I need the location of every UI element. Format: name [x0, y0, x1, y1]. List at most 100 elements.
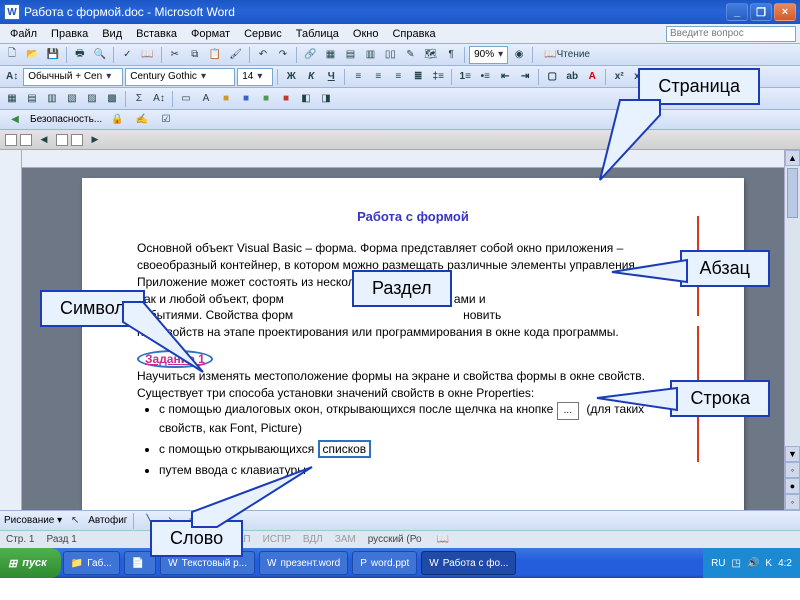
paste-icon[interactable]: 📋: [206, 46, 224, 64]
save-icon[interactable]: 💾: [43, 46, 61, 64]
menu-tools[interactable]: Сервис: [238, 26, 288, 42]
maximize-button[interactable]: ❐: [750, 3, 772, 21]
nav-icon[interactable]: [56, 134, 68, 146]
decrease-indent-icon[interactable]: ⇤: [496, 68, 514, 86]
columns-icon[interactable]: ▯▯: [381, 46, 399, 64]
status-book-icon[interactable]: 📖: [434, 531, 452, 549]
copy-icon[interactable]: ⧉: [186, 46, 204, 64]
menu-table[interactable]: Таблица: [290, 26, 345, 42]
show-marks-icon[interactable]: ¶: [442, 46, 460, 64]
nav-next-icon[interactable]: ▶: [86, 131, 104, 149]
start-button[interactable]: ⊞ пуск: [0, 548, 61, 578]
styles-pane-icon[interactable]: A↕: [3, 68, 21, 86]
color-swatch-icon[interactable]: ■: [217, 90, 235, 108]
scroll-up-icon[interactable]: ▲: [785, 150, 800, 166]
tray-icon[interactable]: K: [765, 558, 772, 569]
print-preview-icon[interactable]: 🔍: [91, 46, 109, 64]
taskbar-item[interactable]: W презент.word: [259, 551, 348, 575]
undo-icon[interactable]: ↶: [254, 46, 272, 64]
nav-icon[interactable]: [20, 134, 32, 146]
open-icon[interactable]: 📂: [23, 46, 41, 64]
new-doc-icon[interactable]: 🗋: [3, 46, 21, 64]
reading-layout-button[interactable]: 📖 Чтение: [537, 46, 597, 64]
font-size-combo[interactable]: 14▾: [237, 68, 273, 86]
bold-button[interactable]: Ж: [282, 68, 300, 86]
nav-prev-icon[interactable]: ◀: [35, 131, 53, 149]
menu-window[interactable]: Окно: [347, 26, 385, 42]
redo-icon[interactable]: ↷: [274, 46, 292, 64]
minimize-button[interactable]: _: [726, 3, 748, 21]
tool-icon[interactable]: ◨: [317, 90, 335, 108]
security-label[interactable]: Безопасность...: [30, 114, 102, 125]
align-left-icon[interactable]: ≡: [349, 68, 367, 86]
tray-lang[interactable]: RU: [711, 558, 725, 569]
drawing-menu[interactable]: Рисование ▾: [4, 515, 62, 526]
italic-button[interactable]: К: [302, 68, 320, 86]
help-icon[interactable]: ◉: [510, 46, 528, 64]
superscript-icon[interactable]: x²: [610, 68, 628, 86]
taskbar-item[interactable]: 📁 Габ...: [63, 551, 120, 575]
numbering-icon[interactable]: 1≡: [456, 68, 474, 86]
nav-icon[interactable]: [5, 134, 17, 146]
research-icon[interactable]: 📖: [138, 46, 156, 64]
scroll-thumb[interactable]: [787, 168, 798, 218]
color-swatch-icon[interactable]: ■: [257, 90, 275, 108]
zoom-combo[interactable]: 90%▾: [469, 46, 508, 64]
security-check-icon[interactable]: ☑: [157, 111, 175, 129]
tool-icon[interactable]: ▤: [23, 90, 41, 108]
taskbar-item-active[interactable]: W Работа с фо...: [421, 551, 516, 575]
drawing-icon[interactable]: ✎: [401, 46, 419, 64]
menu-file[interactable]: Файл: [4, 26, 43, 42]
borders-icon[interactable]: ▢: [543, 68, 561, 86]
menu-insert[interactable]: Вставка: [130, 26, 183, 42]
menu-view[interactable]: Вид: [96, 26, 128, 42]
justify-icon[interactable]: ≣: [409, 68, 427, 86]
menu-help[interactable]: Справка: [386, 26, 441, 42]
tool-icon[interactable]: A↕: [150, 90, 168, 108]
vertical-scrollbar[interactable]: ▲ ▼ ◦ ● ◦: [784, 150, 800, 510]
cut-icon[interactable]: ✂: [166, 46, 184, 64]
system-tray[interactable]: RU ◳ 🔊 K 4:2: [703, 548, 800, 578]
tool-icon[interactable]: Σ: [130, 90, 148, 108]
insert-table-icon[interactable]: ▤: [341, 46, 359, 64]
next-page-icon[interactable]: ◦: [785, 494, 800, 510]
doc-map-icon[interactable]: 🗺: [421, 46, 440, 64]
ask-question-box[interactable]: Введите вопрос: [666, 26, 796, 42]
back-icon[interactable]: ◀: [6, 111, 24, 129]
tool-icon[interactable]: ◧: [297, 90, 315, 108]
security-sig-icon[interactable]: ✍: [133, 111, 151, 129]
security-icon[interactable]: 🔒: [108, 111, 126, 129]
align-right-icon[interactable]: ≡: [389, 68, 407, 86]
autoshapes-menu[interactable]: Автофиг: [88, 515, 127, 526]
underline-button[interactable]: Ч: [322, 68, 340, 86]
format-painter-icon[interactable]: 🖌: [226, 46, 245, 64]
excel-icon[interactable]: ▥: [361, 46, 379, 64]
tray-icon[interactable]: ◳: [732, 558, 741, 569]
align-center-icon[interactable]: ≡: [369, 68, 387, 86]
tool-icon[interactable]: ▨: [83, 90, 101, 108]
tool-icon[interactable]: ▧: [63, 90, 81, 108]
increase-indent-icon[interactable]: ⇥: [516, 68, 534, 86]
bullets-icon[interactable]: •≡: [476, 68, 494, 86]
select-objects-icon[interactable]: ↖: [66, 512, 84, 530]
print-icon[interactable]: 🖶: [71, 46, 89, 64]
tool-icon[interactable]: ▥: [43, 90, 61, 108]
tool-icon[interactable]: A: [197, 90, 215, 108]
scroll-down-icon[interactable]: ▼: [785, 446, 800, 462]
style-combo[interactable]: Обычный + Cen▾: [23, 68, 123, 86]
tray-icon[interactable]: 🔊: [747, 558, 759, 569]
menu-format[interactable]: Формат: [185, 26, 236, 42]
tool-icon[interactable]: ▩: [103, 90, 121, 108]
font-combo[interactable]: Century Gothic▾: [125, 68, 235, 86]
tool-icon[interactable]: ▭: [177, 90, 195, 108]
tool-icon[interactable]: ▦: [3, 90, 21, 108]
color-swatch-icon[interactable]: ■: [277, 90, 295, 108]
font-color-icon[interactable]: A: [583, 68, 601, 86]
tables-borders-icon[interactable]: ▦: [321, 46, 339, 64]
browse-object-icon[interactable]: ●: [785, 478, 800, 494]
color-swatch-icon[interactable]: ■: [237, 90, 255, 108]
close-button[interactable]: ×: [774, 3, 796, 21]
menu-edit[interactable]: Правка: [45, 26, 94, 42]
prev-page-icon[interactable]: ◦: [785, 462, 800, 478]
hyperlink-icon[interactable]: 🔗: [301, 46, 319, 64]
